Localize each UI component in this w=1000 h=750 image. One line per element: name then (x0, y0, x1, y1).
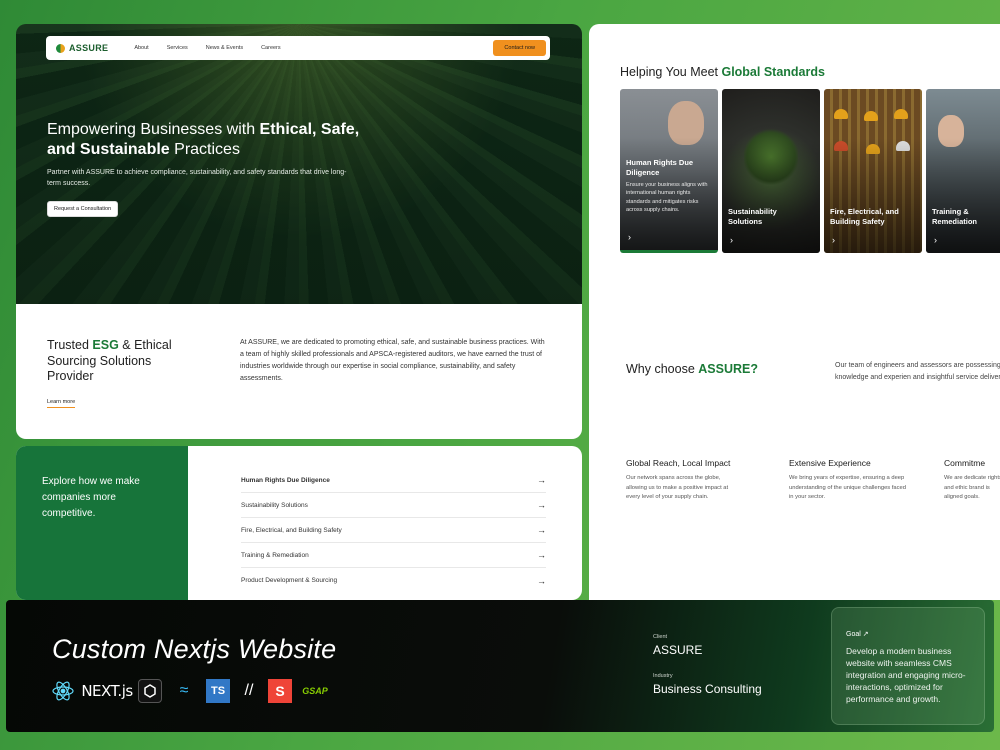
arrow-right-icon: → (537, 475, 546, 485)
list-item[interactable]: Fire, Electrical, and Building Safety → (241, 518, 546, 543)
list-item[interactable]: Sustainability Solutions → (241, 493, 546, 518)
explore-text: Explore how we make companies more compe… (42, 476, 140, 519)
learn-more-link[interactable]: Learn more (47, 399, 76, 408)
chevron-right-icon: › (730, 235, 733, 245)
arrow-right-icon: → (537, 525, 546, 535)
tailwind-icon: ≈ (179, 682, 189, 699)
feature-title: Global Reach, Local Impact (626, 458, 731, 468)
hero-subtitle: Partner with ASSURE to achieve complianc… (47, 169, 347, 187)
arrow-right-icon: → (537, 500, 546, 510)
nav-links: About Services News & Events Careers (134, 45, 280, 51)
trust-title: Trusted ESG & Ethical Sourcing Solutions… (47, 338, 197, 385)
client-value: ASSURE (653, 643, 703, 657)
top-navbar: ASSURE About Services News & Events Care… (46, 36, 550, 60)
feature-commitment: Commitme We are dedicate rights and ethi… (944, 458, 1000, 503)
nav-link-services[interactable]: Services (167, 45, 188, 51)
service-label: Product Development & Sourcing (241, 577, 338, 584)
card-title: Human Rights Due Diligence (626, 158, 694, 177)
tech-stack: NEXT.js ≈ TS // S GSAP (50, 679, 330, 703)
showcase-banner: Custom Nextjs Website NEXT.js ≈ TS // S … (6, 600, 994, 732)
contact-now-button[interactable]: Contact now (493, 40, 546, 56)
list-item[interactable]: Product Development & Sourcing → (241, 568, 546, 593)
sanity-icon: S (268, 679, 292, 703)
why-title-part: Why choose (626, 362, 699, 376)
react-icon (50, 679, 76, 703)
list-item[interactable]: Human Rights Due Diligence → (241, 468, 546, 493)
chevron-right-icon: › (832, 235, 835, 245)
gsap-logo: GSAP (302, 686, 328, 696)
feature-title: Commitme (944, 458, 986, 468)
card-shade (926, 89, 1000, 253)
industry-label: Industry (653, 673, 673, 679)
service-label: Human Rights Due Diligence (241, 476, 330, 484)
hero-title-part: Empowering Businesses with (47, 121, 260, 138)
arrow-right-icon: → (537, 550, 546, 560)
goal-text: Develop a modern business website with s… (846, 646, 966, 704)
why-title-bold: ASSURE? (698, 362, 758, 376)
card-title: Training & Remediation (932, 207, 978, 226)
service-card-sustainability[interactable]: Sustainability Solutions › (722, 89, 820, 253)
feature-experience: Extensive Experience We bring years of e… (789, 458, 909, 503)
standards-title: Helping You Meet Global Standards (620, 65, 825, 79)
explore-green-panel: Explore how we make companies more compe… (16, 446, 188, 600)
chevron-right-icon: › (628, 232, 631, 242)
service-label: Training & Remediation (241, 551, 309, 559)
arrow-right-icon: → (537, 575, 546, 586)
standards-title-bold: Global Standards (721, 65, 825, 79)
service-label: Sustainability Solutions (241, 501, 308, 509)
request-consultation-button[interactable]: Request a Consultation (47, 201, 119, 217)
card-title: Fire, Electrical, and Building Safety (830, 207, 899, 226)
slash-icon: // (244, 682, 254, 699)
standards-title-part: Helping You Meet (620, 65, 722, 79)
trust-title-part: Trusted (47, 338, 93, 352)
feature-text: Our network spans across the globe, allo… (626, 475, 729, 500)
hero-title-part-2: Practices (169, 141, 240, 158)
hero-title: Empowering Businesses with Ethical, Safe… (47, 120, 407, 160)
hero-section: ASSURE About Services News & Events Care… (16, 24, 582, 304)
card-shade (722, 89, 820, 253)
chevron-right-icon: › (934, 235, 937, 245)
card-description: Ensure your business aligns with interna… (626, 182, 708, 213)
hero-title-bold-2: and Sustainable (47, 141, 170, 158)
feature-text: We bring years of expertise, ensuring a … (789, 475, 906, 500)
trust-title-esg: ESG (92, 338, 119, 352)
why-text: Our team of engineers and assessors are … (835, 362, 1000, 381)
hero-title-bold: Ethical, Safe, (259, 121, 360, 138)
feature-text: We are dedicate rights and ethic brand i… (944, 475, 1000, 500)
right-preview-panel: Helping You Meet Global Standards Human … (589, 24, 1000, 600)
showcase-title: Custom Nextjs Website (52, 634, 337, 664)
why-title: Why choose ASSURE? (626, 362, 758, 376)
logo-mark-icon (56, 43, 65, 53)
explore-section: Explore how we make companies more compe… (16, 446, 582, 600)
list-item[interactable]: Training & Remediation → (241, 543, 546, 568)
client-label: Client (653, 634, 668, 640)
trust-body: At ASSURE, we are dedicated to promoting… (240, 339, 545, 382)
service-cards: Human Rights Due Diligence Ensure your b… (620, 89, 1000, 253)
nav-link-careers[interactable]: Careers (261, 45, 281, 51)
nextjs-logo: NEXT.js (81, 682, 133, 700)
card-title: Sustainability Solutions (728, 207, 777, 226)
shadcn-icon (138, 679, 162, 703)
feature-title: Extensive Experience (789, 458, 871, 468)
service-card-fire-safety[interactable]: Fire, Electrical, and Building Safety › (824, 89, 922, 253)
nav-link-news-events[interactable]: News & Events (206, 45, 243, 51)
logo-text: ASSURE (69, 43, 109, 53)
goal-label: Goal ↗ (846, 630, 869, 638)
industry-value: Business Consulting (653, 682, 762, 696)
typescript-icon: TS (206, 679, 230, 703)
feature-global-reach: Global Reach, Local Impact Our network s… (626, 458, 736, 503)
service-label: Fire, Electrical, and Building Safety (241, 526, 342, 534)
nav-link-about[interactable]: About (134, 45, 148, 51)
service-card-human-rights[interactable]: Human Rights Due Diligence Ensure your b… (620, 89, 718, 253)
goal-label-text: Goal (846, 631, 861, 638)
card-shade (824, 89, 922, 253)
service-card-training[interactable]: Training & Remediation › (926, 89, 1000, 253)
trend-up-icon: ↗ (862, 631, 869, 638)
services-list: Human Rights Due Diligence → Sustainabili… (241, 468, 546, 593)
trust-section: Trusted ESG & Ethical Sourcing Solutions… (16, 304, 582, 439)
logo[interactable]: ASSURE (56, 43, 108, 53)
goal-card: Goal ↗ Develop a modern business website… (831, 607, 985, 725)
